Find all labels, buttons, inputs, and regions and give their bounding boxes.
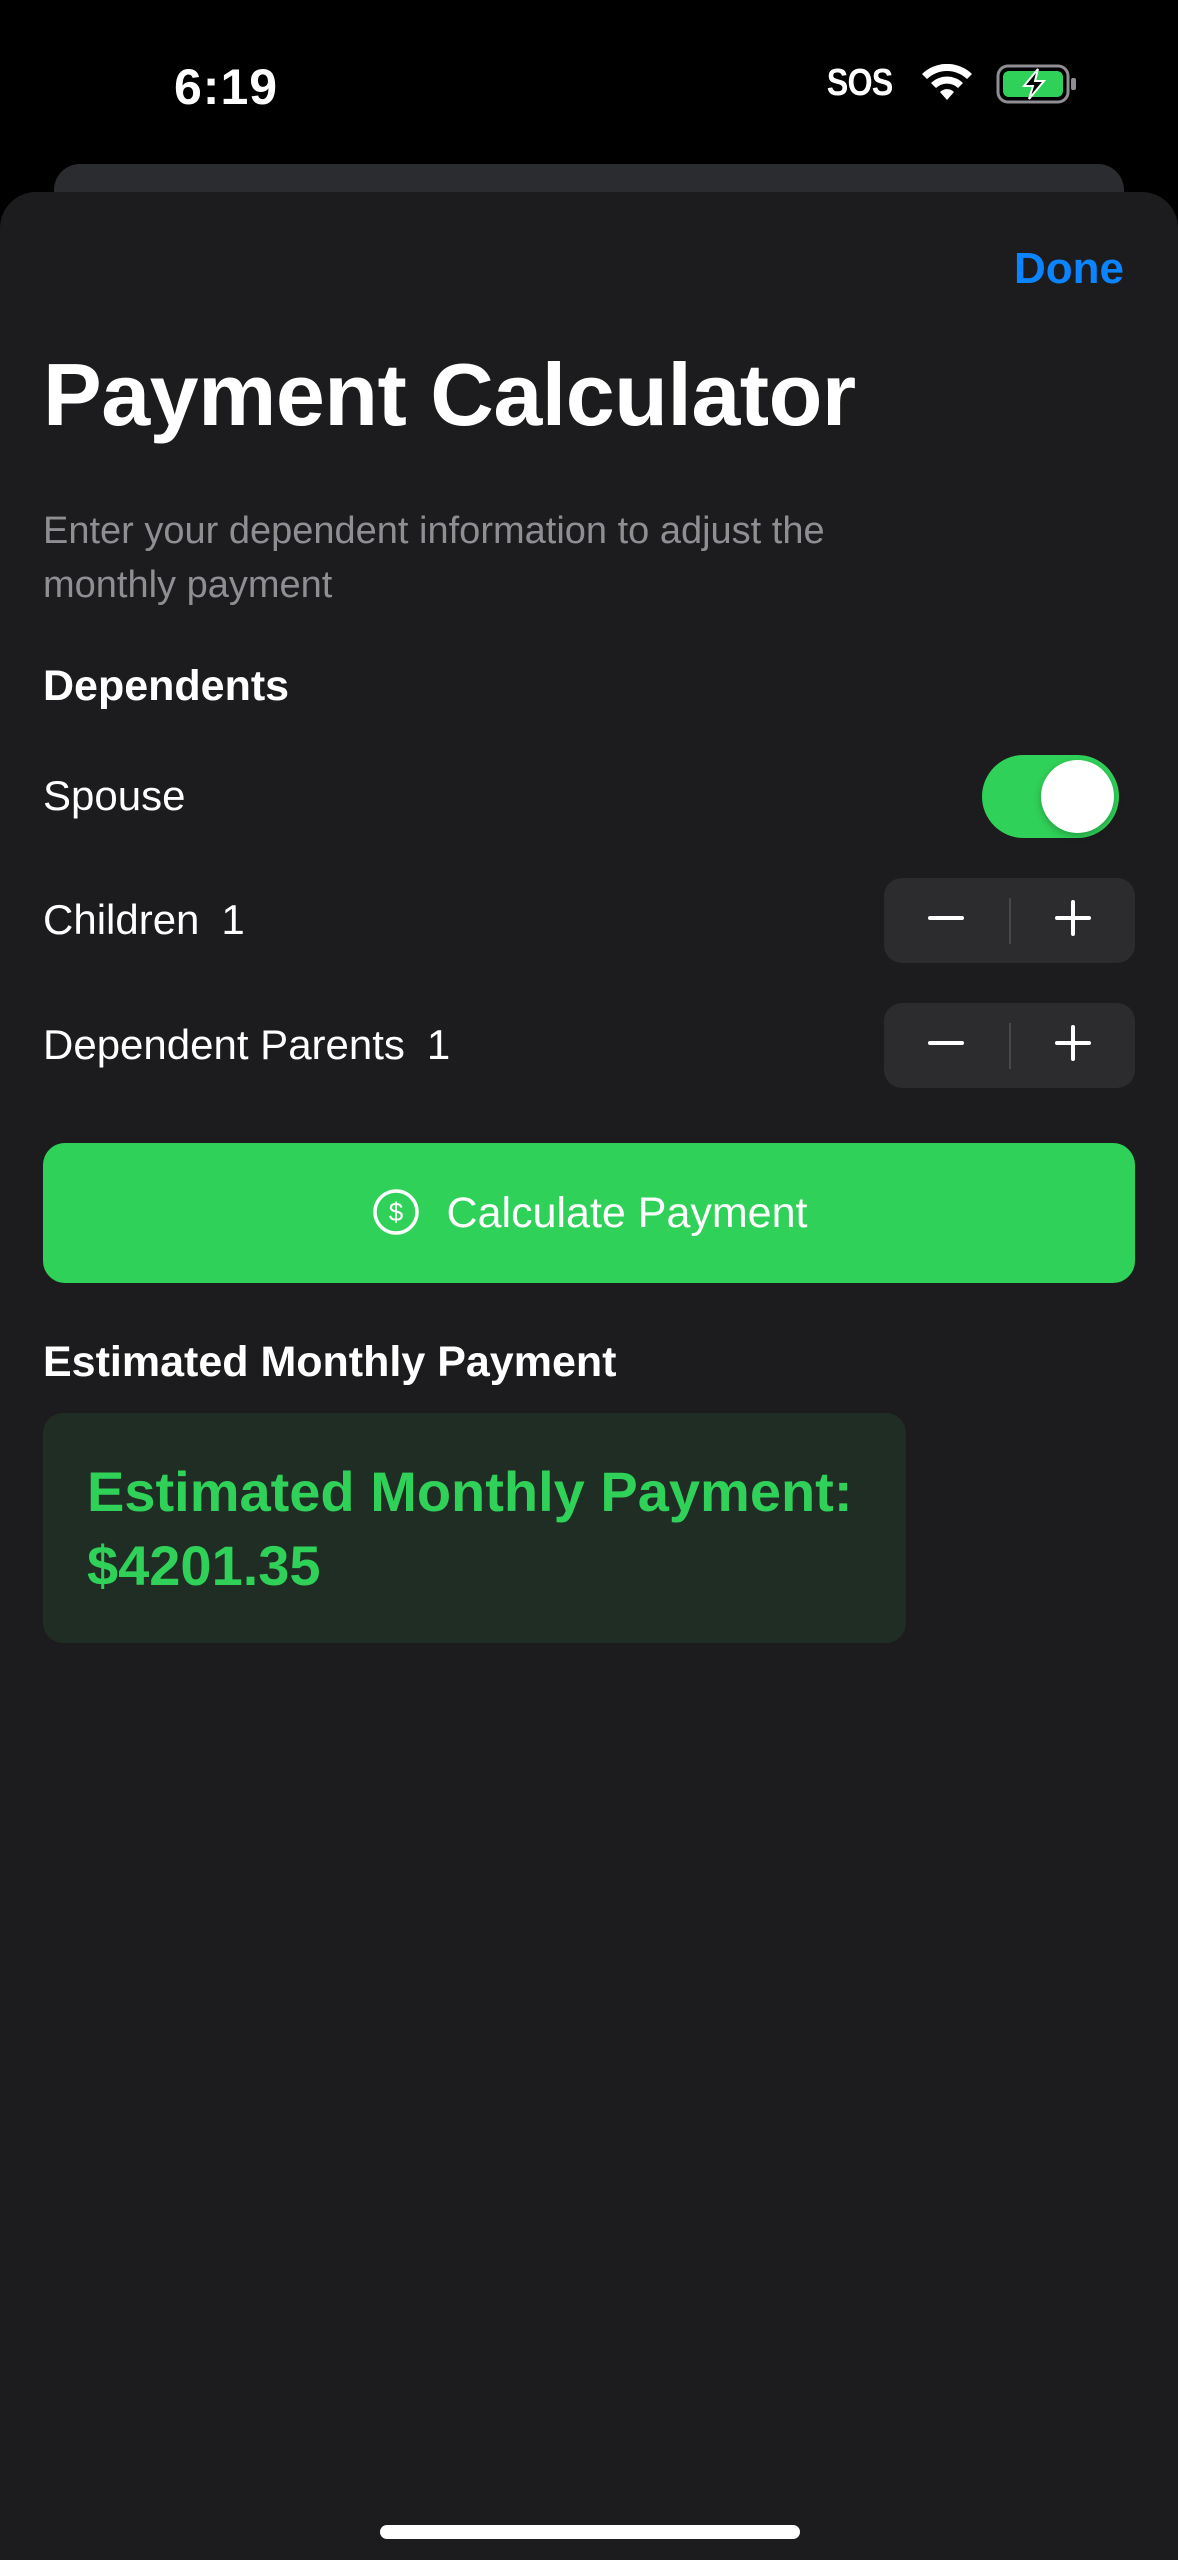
toggle-knob xyxy=(1041,760,1114,833)
minus-icon xyxy=(926,898,966,943)
spouse-label: Spouse xyxy=(43,772,186,819)
svg-text:$: $ xyxy=(388,1197,403,1227)
parents-decrement-button[interactable] xyxy=(884,1003,1009,1088)
status-time: 6:19 xyxy=(174,59,279,115)
parents-label: Dependent Parents xyxy=(43,1021,405,1068)
parents-increment-button[interactable] xyxy=(1011,1003,1136,1088)
spouse-toggle[interactable] xyxy=(982,755,1119,838)
wifi-icon xyxy=(920,63,974,104)
sos-indicator: SOS xyxy=(826,62,894,104)
children-decrement-button[interactable] xyxy=(884,878,1009,963)
children-label: Children xyxy=(43,896,200,943)
battery-charging-icon xyxy=(996,63,1078,105)
page-subtitle: Enter your dependent information to adju… xyxy=(43,510,825,606)
plus-icon xyxy=(1053,1023,1093,1068)
result-heading: Estimated Monthly Payment: xyxy=(87,1460,853,1523)
status-icons: SOS xyxy=(821,62,1078,105)
parents-stepper[interactable] xyxy=(884,1003,1135,1088)
dollar-circle-icon: $ xyxy=(371,1187,421,1240)
children-stepper[interactable] xyxy=(884,878,1135,963)
children-row-label: Children 1 xyxy=(43,896,245,944)
calculate-payment-label: Calculate Payment xyxy=(446,1188,808,1237)
children-count: 1 xyxy=(221,896,245,943)
done-button[interactable]: Done xyxy=(1014,244,1124,294)
page-title: Payment Calculator xyxy=(43,345,856,444)
home-indicator[interactable] xyxy=(380,2525,800,2539)
calculate-payment-button[interactable]: $ Calculate Payment xyxy=(43,1143,1135,1283)
children-increment-button[interactable] xyxy=(1011,878,1136,963)
screen: 6:19 SOS Done Payment Calculator Enter y… xyxy=(0,0,1178,2560)
result-card: Estimated Monthly Payment: $4201.35 xyxy=(43,1413,906,1643)
result-amount: $4201.35 xyxy=(87,1534,321,1597)
parents-count: 1 xyxy=(426,1021,451,1068)
plus-icon xyxy=(1053,898,1093,943)
parents-row-label: Dependent Parents 1 xyxy=(43,1021,450,1069)
result-section-label: Estimated Monthly Payment xyxy=(43,1338,617,1386)
dependents-section-label: Dependents xyxy=(43,662,290,710)
minus-icon xyxy=(926,1023,966,1068)
